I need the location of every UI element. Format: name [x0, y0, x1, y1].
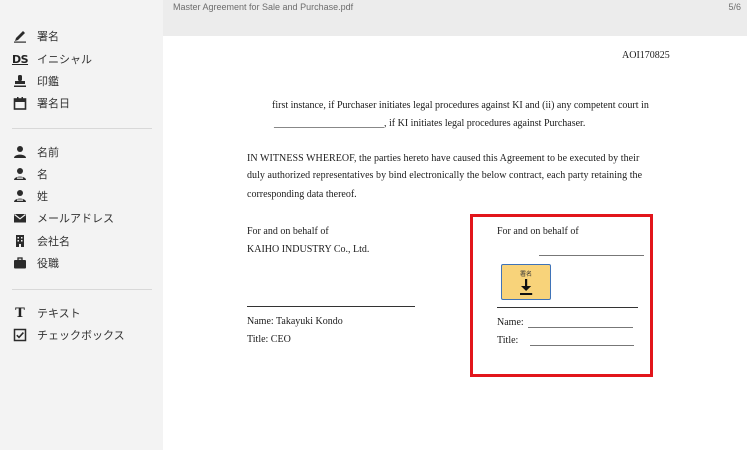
left-signature-line [247, 306, 415, 307]
document-text-line: corresponding data thereof. [247, 189, 357, 200]
field-name-label: 名前 [37, 146, 59, 159]
field-signature-label: 署名 [37, 30, 59, 43]
field-initials-label: イニシャル [37, 53, 92, 66]
field-signature[interactable]: 署名 [12, 27, 59, 45]
left-party-name: Name: Takayuki Kondo [247, 316, 343, 327]
field-company[interactable]: 会社名 [12, 232, 70, 250]
field-first-name[interactable]: 名 [12, 165, 48, 183]
sidebar-divider [12, 289, 152, 290]
field-company-label: 会社名 [37, 235, 70, 248]
highlight-box [470, 214, 653, 377]
field-date-signed[interactable]: 署名日 [12, 94, 70, 112]
field-email-label: メールアドレス [37, 212, 114, 225]
left-party-title: Title: CEO [247, 334, 291, 345]
document-text-line: IN WITNESS WHEREOF, the parties hereto h… [247, 153, 640, 164]
field-last-name-label: 姓 [37, 190, 48, 203]
ds-initials-icon: DS [11, 52, 29, 66]
field-first-name-label: 名 [37, 168, 48, 181]
person-first-icon [12, 166, 28, 182]
signature-field-button[interactable]: 署名 [501, 264, 551, 300]
text-icon: T [15, 305, 25, 321]
document-filename: Master Agreement for Sale and Purchase.p… [173, 2, 354, 12]
field-palette-sidebar: 署名 DS イニシャル 印鑑 署名日 名前 名 姓 メールアドレス 会社名 役職… [0, 0, 163, 450]
document-toolbar: Master Agreement for Sale and Purchase.p… [163, 0, 747, 22]
document-text-line: ______________________, if KI initiates … [274, 118, 586, 129]
download-arrow-icon [517, 278, 535, 296]
document-reference: AOI170825 [622, 50, 670, 61]
field-text-label: テキスト [37, 307, 81, 320]
field-initials[interactable]: DS イニシャル [12, 50, 92, 68]
field-last-name[interactable]: 姓 [12, 187, 48, 205]
briefcase-icon [12, 255, 28, 271]
field-checkbox-label: チェックボックス [37, 329, 125, 342]
field-email[interactable]: メールアドレス [12, 209, 114, 227]
left-party-company: KAIHO INDUSTRY Co., Ltd. [247, 244, 370, 255]
page-indicator: 5/6 [728, 2, 741, 12]
field-name[interactable]: 名前 [12, 143, 59, 161]
envelope-icon [12, 210, 28, 226]
field-job-title[interactable]: 役職 [12, 254, 59, 272]
calendar-icon [12, 95, 28, 111]
person-last-icon [12, 188, 28, 204]
document-page: AOI170825 first instance, if Purchaser i… [163, 36, 747, 450]
field-text[interactable]: T テキスト [12, 304, 81, 322]
document-text-line: first instance, if Purchaser initiates l… [272, 100, 649, 111]
field-stamp[interactable]: 印鑑 [12, 72, 59, 90]
building-icon [12, 233, 28, 249]
field-stamp-label: 印鑑 [37, 75, 59, 88]
field-job-title-label: 役職 [37, 257, 59, 270]
left-party-behalf: For and on behalf of [247, 226, 329, 237]
field-checkbox[interactable]: チェックボックス [12, 326, 125, 344]
checkbox-icon [12, 327, 28, 343]
field-date-signed-label: 署名日 [37, 97, 70, 110]
pen-icon [12, 28, 28, 44]
document-text-line: duly authorized representatives by bind … [247, 170, 643, 181]
signature-field-label: 署名 [519, 271, 532, 278]
sidebar-divider [12, 128, 152, 129]
person-icon [12, 144, 28, 160]
stamp-icon [12, 73, 28, 89]
